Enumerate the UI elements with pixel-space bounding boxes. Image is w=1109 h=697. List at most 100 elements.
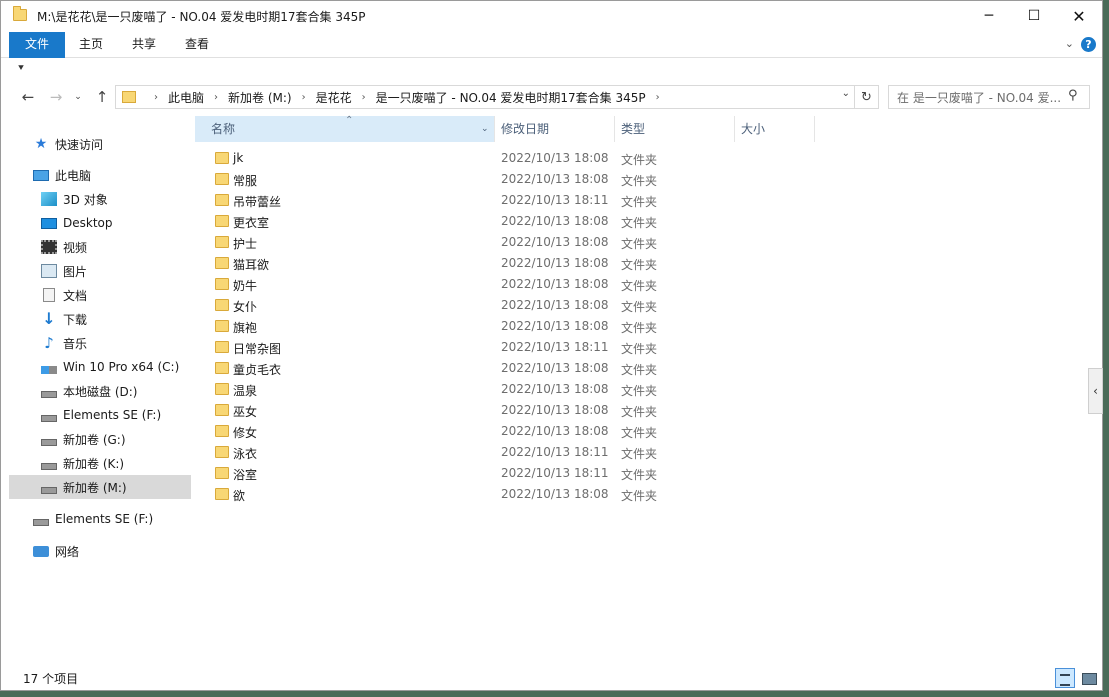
sidebar-item-drive-g[interactable]: 新加卷 (G:) [9,427,191,451]
ribbon-expand-icon[interactable]: ⌄ [1065,37,1074,50]
maximize-button[interactable]: ☐ [1011,1,1057,31]
column-header-size[interactable]: 大小 [735,116,815,142]
file-date: 2022/10/13 18:08 [501,424,609,438]
file-type: 文件夹 [621,489,658,503]
table-row[interactable]: 童贞毛衣 2022/10/13 18:08 文件夹 [195,358,815,379]
sidebar-item-label: Elements SE (F:) [55,512,154,526]
file-type: 文件夹 [621,237,658,251]
file-date: 2022/10/13 18:08 [501,361,609,375]
recent-locations-button[interactable]: ⌄ [71,85,85,109]
sidebar-item-drive-f[interactable]: Elements SE (F:) [9,403,191,427]
file-name: 浴室 [233,468,258,482]
file-name: 吊带蕾丝 [233,195,282,209]
chevron-right-icon[interactable]: › [302,92,306,103]
file-date: 2022/10/13 18:08 [501,277,609,291]
file-name: 欲 [233,489,246,503]
file-type: 文件夹 [621,447,658,461]
column-header-date[interactable]: 修改日期 [495,116,615,142]
table-row[interactable]: 奶牛 2022/10/13 18:08 文件夹 [195,274,815,295]
file-date: 2022/10/13 18:08 [501,382,609,396]
item-count: 17 个项目 [23,672,79,686]
column-header-type[interactable]: 类型 [615,116,735,142]
large-icons-view-button[interactable] [1079,668,1099,688]
file-date: 2022/10/13 18:08 [501,172,609,186]
refresh-button[interactable]: ↻ [855,85,879,109]
column-header-name[interactable]: 名称 ⌃ ⌄ [195,115,495,142]
table-row[interactable]: 护士 2022/10/13 18:08 文件夹 [195,232,815,253]
tab-home[interactable]: 主页 [65,32,117,58]
chevron-right-icon[interactable]: › [214,92,218,103]
folder-icon [215,446,229,458]
sidebar-item-drive-c[interactable]: Win 10 Pro x64 (C:) [9,355,191,379]
file-name: 泳衣 [233,447,258,461]
file-name: 童贞毛衣 [233,363,282,377]
3d-objects-icon [41,192,57,206]
tab-view[interactable]: 查看 [171,32,223,58]
ribbon: 文件 主页 共享 查看 ⌄ ? [1,32,1102,58]
sidebar-item-music[interactable]: ♪ 音乐 [9,331,191,355]
table-row[interactable]: 日常杂图 2022/10/13 18:11 文件夹 [195,337,815,358]
file-type: 文件夹 [621,300,658,314]
help-icon[interactable]: ? [1081,37,1096,52]
folder-icon [215,236,229,248]
up-button[interactable]: ↑ [91,85,113,109]
sidebar-item-this-pc[interactable]: 此电脑 [9,163,191,187]
minimize-button[interactable]: ─ [966,1,1012,31]
file-name: 日常杂图 [233,342,282,356]
quick-access-toolbar-dropdown-icon[interactable]: ⯆ [17,63,25,74]
sidebar-item-drive-m[interactable]: 新加卷 (M:) [9,475,191,499]
sidebar-item-quick-access[interactable]: ★ 快速访问 [9,132,191,156]
chevron-right-icon[interactable]: › [154,92,158,103]
file-type: 文件夹 [621,279,658,293]
sidebar-item-elements-se[interactable]: Elements SE (F:) [9,507,191,531]
sidebar-item-pictures[interactable]: 图片 [9,259,191,283]
tab-file[interactable]: 文件 [9,32,65,58]
column-header: 名称 ⌃ ⌄ 修改日期 类型 大小 [195,115,815,142]
table-row[interactable]: 女仆 2022/10/13 18:08 文件夹 [195,295,815,316]
table-row[interactable]: 猫耳欲 2022/10/13 18:08 文件夹 [195,253,815,274]
sidebar-item-desktop[interactable]: Desktop [9,211,191,235]
file-name: jk [233,151,244,165]
breadcrumb-drive-m[interactable]: 新加卷 (M:) [228,89,292,106]
sidebar-item-drive-d[interactable]: 本地磁盘 (D:) [9,379,191,403]
breadcrumb-this-pc[interactable]: 此电脑 [168,89,204,106]
search-icon[interactable]: ⚲ [1068,88,1096,103]
table-row[interactable]: 欲 2022/10/13 18:08 文件夹 [195,484,815,505]
back-button[interactable]: ← [17,85,39,109]
table-row[interactable]: 更衣室 2022/10/13 18:08 文件夹 [195,211,815,232]
chevron-down-icon[interactable]: ⌄ [481,116,489,142]
folder-icon [215,320,229,332]
forward-button[interactable]: → [45,85,67,109]
chevron-right-icon[interactable]: › [362,92,366,103]
tab-share[interactable]: 共享 [118,32,170,58]
table-row[interactable]: 巫女 2022/10/13 18:08 文件夹 [195,400,815,421]
sidebar-item-label: 新加卷 (M:) [63,480,127,495]
sidebar-item-documents[interactable]: 文档 [9,283,191,307]
table-row[interactable]: jk 2022/10/13 18:08 文件夹 [195,148,815,169]
sidebar-item-label: 快速访问 [55,137,104,152]
table-row[interactable]: 泳衣 2022/10/13 18:11 文件夹 [195,442,815,463]
preview-pane-toggle[interactable]: ‹ [1088,368,1103,414]
search-input[interactable]: 在 是一只废喵了 - NO.04 爱... [888,85,1090,109]
close-button[interactable]: ✕ [1056,1,1102,31]
breadcrumb-current[interactable]: 是一只废喵了 - NO.04 爱发电时期17套合集 345P [376,89,646,106]
address-bar[interactable]: › 此电脑 › 新加卷 (M:) › 是花花 › 是一只废喵了 - NO.04 … [115,85,855,109]
table-row[interactable]: 温泉 2022/10/13 18:08 文件夹 [195,379,815,400]
drive-icon [41,414,57,422]
table-row[interactable]: 旗袍 2022/10/13 18:08 文件夹 [195,316,815,337]
table-row[interactable]: 浴室 2022/10/13 18:11 文件夹 [195,463,815,484]
folder-icon [215,383,229,395]
details-view-button[interactable] [1055,668,1075,688]
sidebar-item-3d-objects[interactable]: 3D 对象 [9,187,191,211]
title-bar[interactable]: M:\是花花\是一只废喵了 - NO.04 爱发电时期17套合集 345P ─ … [1,1,1102,31]
table-row[interactable]: 修女 2022/10/13 18:08 文件夹 [195,421,815,442]
sidebar-item-drive-k[interactable]: 新加卷 (K:) [9,451,191,475]
table-row[interactable]: 吊带蕾丝 2022/10/13 18:11 文件夹 [195,190,815,211]
sidebar-item-videos[interactable]: 视频 [9,235,191,259]
sidebar-item-network[interactable]: 网络 [9,539,191,563]
chevron-right-icon[interactable]: › [656,92,660,103]
breadcrumb-folder[interactable]: 是花花 [316,89,352,106]
chevron-down-icon[interactable]: ⌄ [842,88,850,99]
sidebar-item-downloads[interactable]: ↓ 下载 [9,307,191,331]
table-row[interactable]: 常服 2022/10/13 18:08 文件夹 [195,169,815,190]
